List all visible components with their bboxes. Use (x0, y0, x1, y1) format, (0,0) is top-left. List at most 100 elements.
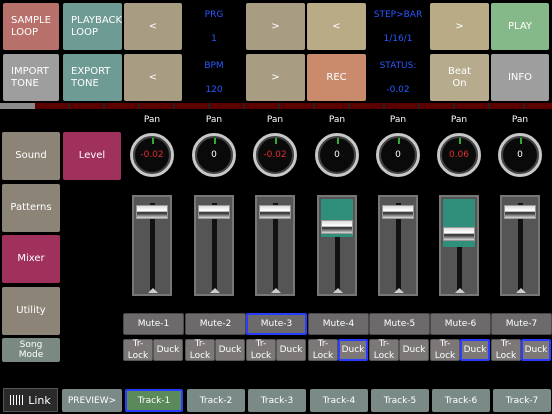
duck-button[interactable]: Duck (338, 339, 368, 361)
fader-arrow-icon (394, 288, 404, 293)
mixer-label: Mixer (17, 253, 45, 264)
utility-button[interactable]: Utility (2, 287, 60, 335)
mute-button[interactable]: Mute-5 (369, 313, 430, 335)
level-button[interactable]: Level (63, 132, 121, 180)
fader-cap[interactable] (382, 205, 414, 219)
pan-knob[interactable]: 0 (315, 133, 359, 177)
prg-next-button[interactable]: > (246, 3, 305, 50)
tr-lock-button[interactable]: Tr-Lock (308, 339, 338, 361)
mute-button[interactable]: Mute-2 (185, 313, 246, 335)
pan-knob[interactable]: 0 (498, 133, 542, 177)
pan-knob[interactable]: 0 (376, 133, 420, 177)
tr-lock-button[interactable]: Tr-Lock (185, 339, 215, 361)
pan-value: 0 (211, 150, 217, 160)
sound-label: Sound (15, 150, 47, 161)
fader[interactable] (500, 195, 540, 296)
step-next-button[interactable]: > (430, 3, 489, 50)
bpm-prev-button[interactable]: < (124, 54, 182, 101)
link-button[interactable]: Link (3, 388, 58, 412)
tr-lock-button[interactable]: Tr-Lock (123, 339, 153, 361)
knob-indicator (152, 138, 154, 144)
bpm-next-button[interactable]: > (246, 54, 305, 101)
patterns-button[interactable]: Patterns (2, 184, 60, 232)
info-button[interactable]: INFO (491, 54, 549, 101)
bpm-next-label: > (271, 71, 280, 83)
track-button[interactable]: Track-7 (493, 389, 551, 412)
mute-button[interactable]: Mute-6 (430, 313, 491, 335)
knob-indicator (398, 138, 400, 144)
fader[interactable] (194, 195, 234, 296)
prg-label: PRG (204, 9, 224, 20)
sound-button[interactable]: Sound (2, 132, 60, 180)
status-display: STATUS: -0.02 (368, 54, 428, 101)
track-button[interactable]: Track-3 (248, 389, 306, 412)
fader[interactable] (132, 195, 172, 296)
fader[interactable] (255, 195, 295, 296)
sample-loop-button[interactable]: SAMPLE LOOP (3, 3, 59, 50)
fader-cap[interactable] (321, 220, 353, 234)
fader[interactable] (378, 195, 418, 296)
fader[interactable] (439, 195, 479, 296)
beat-on-button[interactable]: Beat On (430, 54, 489, 101)
song-mode-button[interactable]: Song Mode (2, 338, 60, 362)
fader-cap[interactable] (259, 205, 291, 219)
track-button[interactable]: Track-2 (187, 389, 245, 412)
track-button[interactable]: Track-5 (371, 389, 429, 412)
preview-label: PREVIEW> (67, 395, 117, 406)
pan-value: 0 (395, 150, 401, 160)
prg-display: PRG 1 (184, 3, 244, 50)
fader-cap[interactable] (136, 205, 168, 219)
fader-arrow-icon (333, 288, 343, 293)
info-label: INFO (507, 71, 533, 83)
pan-knob[interactable]: -0.02 (253, 133, 297, 177)
pan-knob[interactable]: 0.06 (437, 133, 481, 177)
duck-button[interactable]: Duck (521, 339, 551, 361)
tr-lock-button[interactable]: Tr-Lock (430, 339, 460, 361)
patterns-label: Patterns (10, 202, 52, 213)
mixer-button[interactable]: Mixer (2, 235, 60, 283)
fader-cap[interactable] (504, 205, 536, 219)
mute-button[interactable]: Mute-4 (308, 313, 369, 335)
bpm-label: BPM (204, 60, 224, 71)
fader-cap[interactable] (198, 205, 230, 219)
playback-loop-label: PLAYBACK LOOP (71, 14, 123, 38)
duck-button[interactable]: Duck (276, 339, 306, 361)
rec-button[interactable]: REC (307, 54, 366, 101)
play-button[interactable]: PLAY (491, 3, 549, 50)
mute-button[interactable]: Mute-3 (246, 313, 307, 335)
prg-prev-button[interactable]: < (124, 3, 182, 50)
import-tone-label: IMPORT TONE (11, 65, 49, 89)
pan-value: 0 (334, 150, 340, 160)
fader-arrow-icon (210, 288, 220, 293)
pan-label: Pan (328, 115, 346, 125)
tr-lock-button[interactable]: Tr-Lock (369, 339, 399, 361)
fader[interactable] (317, 195, 357, 296)
step-prev-button[interactable]: < (307, 3, 366, 50)
track-button[interactable]: Track-1 (125, 389, 183, 412)
duck-button[interactable]: Duck (399, 339, 429, 361)
preview-button[interactable]: PREVIEW> (62, 389, 122, 412)
status-value: -0.02 (386, 84, 410, 95)
bpm-display: BPM 120 (184, 54, 244, 101)
tr-lock-button[interactable]: Tr-Lock (491, 339, 521, 361)
import-tone-button[interactable]: IMPORT TONE (3, 54, 59, 101)
mute-button[interactable]: Mute-1 (123, 313, 184, 335)
mute-button[interactable]: Mute-7 (491, 313, 552, 335)
prg-next-label: > (271, 20, 280, 32)
tr-lock-button[interactable]: Tr-Lock (246, 339, 276, 361)
track-button[interactable]: Track-6 (432, 389, 490, 412)
fader-cap[interactable] (443, 227, 475, 241)
export-tone-button[interactable]: EXPORT TONE (63, 54, 122, 101)
playback-loop-button[interactable]: PLAYBACK LOOP (63, 3, 122, 50)
rec-label: REC (326, 71, 347, 83)
pan-knob[interactable]: -0.02 (130, 133, 174, 177)
pan-knob[interactable]: 0 (192, 133, 236, 177)
track-button[interactable]: Track-4 (310, 389, 368, 412)
duck-button[interactable]: Duck (153, 339, 183, 361)
pan-label: Pan (511, 115, 529, 125)
step-bar-label: STEP>BAR (373, 9, 423, 20)
duck-button[interactable]: Duck (215, 339, 245, 361)
duck-button[interactable]: Duck (460, 339, 490, 361)
sample-loop-label: SAMPLE LOOP (11, 14, 51, 38)
prg-value: 1 (211, 33, 217, 44)
